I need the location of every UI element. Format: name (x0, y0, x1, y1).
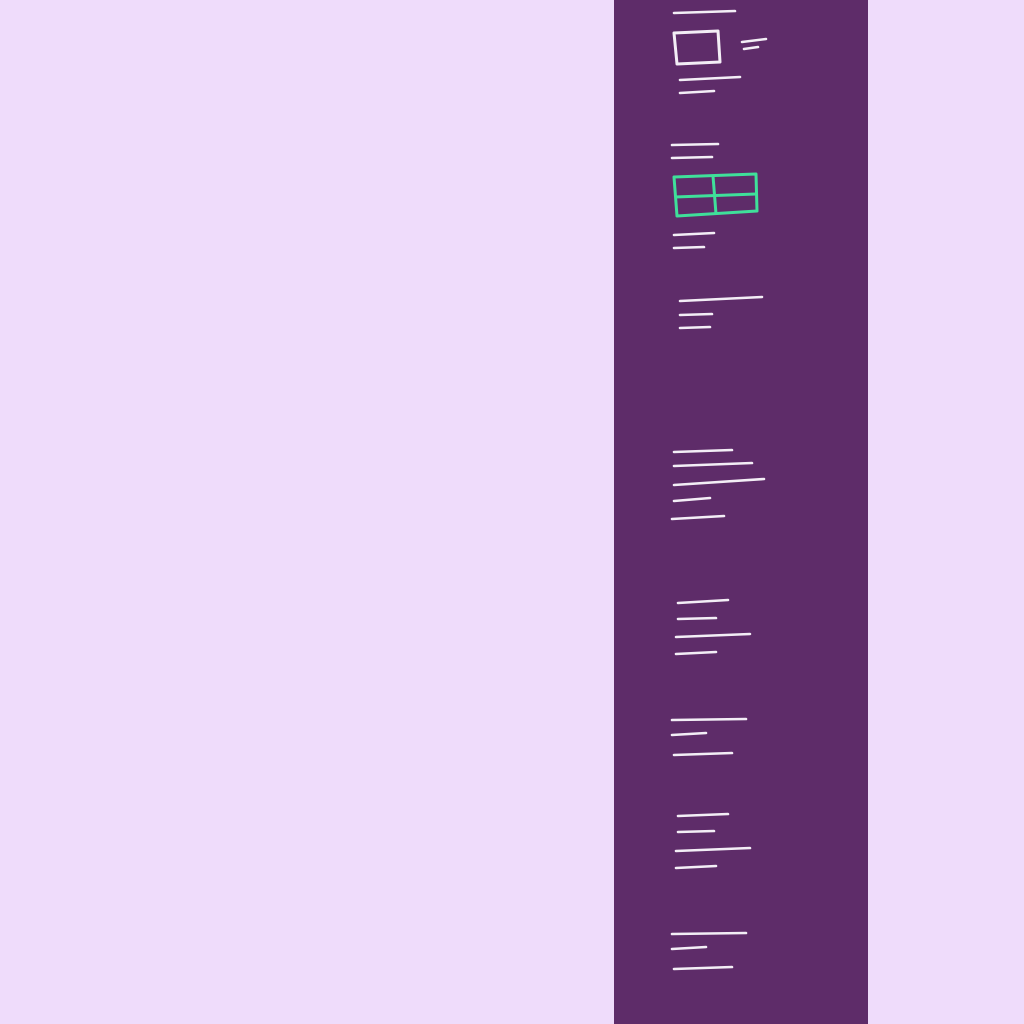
panel-item-4[interactable] (670, 448, 766, 521)
panel-item-7[interactable] (674, 812, 752, 870)
scribble-line (674, 632, 752, 639)
scribble-line (678, 89, 716, 95)
scribble-line (678, 75, 742, 82)
panel-item-6[interactable] (670, 717, 748, 757)
panel-item-3[interactable] (678, 295, 764, 330)
scribble-line (670, 717, 748, 722)
scribble-line (678, 295, 764, 303)
page (0, 0, 1024, 1024)
scribble-line (672, 9, 737, 15)
scribble-line (676, 616, 718, 621)
scribble-line (674, 864, 718, 870)
side-panel (614, 0, 868, 1024)
single-frame-icon (672, 29, 722, 66)
scribble-line (676, 812, 730, 818)
scribble-line (672, 461, 754, 468)
panel-item-8[interactable] (670, 931, 748, 971)
panel-item-5[interactable] (674, 598, 752, 656)
scribble-line (676, 598, 730, 605)
scribble-line (672, 245, 706, 250)
scribble-line (670, 514, 726, 521)
scribble-line (672, 751, 734, 757)
scribble-line (742, 45, 760, 51)
scribble-line (672, 965, 734, 971)
scribble-line (670, 931, 748, 936)
scribble-line (670, 142, 720, 147)
scribble-line (670, 155, 714, 160)
grid-layout-icon-horizontal (674, 192, 757, 199)
side-panel-drawing (670, 9, 768, 971)
panel-item-grid-layout[interactable] (670, 142, 759, 250)
scribble-line (672, 477, 766, 487)
scribble-line (676, 829, 716, 834)
scribble-line (670, 945, 708, 951)
scribble-line (678, 312, 714, 317)
scribble-line (672, 448, 734, 454)
scribble-line (674, 846, 752, 853)
scribble-line (674, 650, 718, 656)
scribble-line (670, 731, 708, 737)
scribble-line (740, 37, 768, 44)
scribble-line (672, 496, 712, 503)
panel-item-single-frame[interactable] (672, 9, 768, 95)
scribble-line (678, 325, 712, 330)
scribble-line (672, 231, 716, 237)
empty-canvas-area (0, 0, 614, 1024)
